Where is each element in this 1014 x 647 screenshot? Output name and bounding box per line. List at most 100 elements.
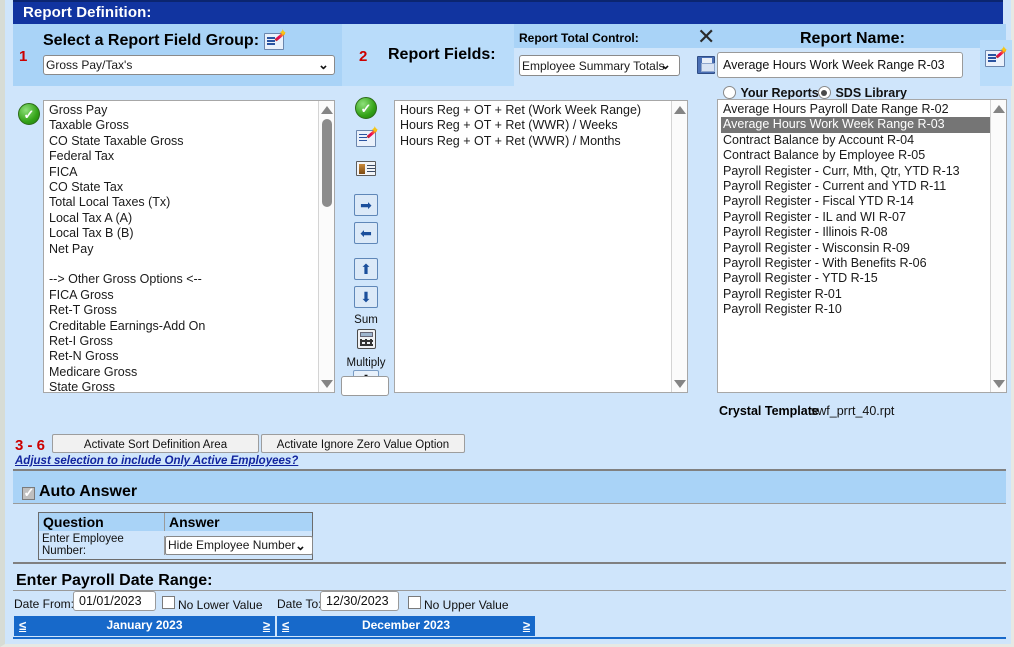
list-item[interactable]: Ret-N Gross xyxy=(47,349,318,364)
available-fields-scrollbar[interactable] xyxy=(318,101,334,392)
list-item[interactable]: Payroll Register - IL and WI R-07 xyxy=(721,210,990,225)
list-item[interactable]: Payroll Register - YTD R-15 xyxy=(721,271,990,286)
accept-field-icon[interactable]: ✓ xyxy=(353,96,379,120)
list-item[interactable]: Payroll Register - Illinois R-08 xyxy=(721,225,990,240)
list-item[interactable]: Local Tax B (B) xyxy=(47,226,318,241)
date-to-input[interactable] xyxy=(320,591,399,611)
list-item[interactable]: Local Tax A (A) xyxy=(47,211,318,226)
move-down-button[interactable]: ⬇ xyxy=(354,286,378,308)
answer-cell: Hide Employee Number ⌄ xyxy=(164,535,313,555)
scroll-up-icon[interactable] xyxy=(319,102,334,117)
list-item[interactable] xyxy=(47,257,318,272)
list-item[interactable]: Average Hours Payroll Date Range R-02 xyxy=(721,102,990,117)
to-month-next-button[interactable]: ≥ xyxy=(523,618,530,633)
save-report-icon[interactable] xyxy=(697,56,715,74)
field-group-edit-icon[interactable]: ✦ xyxy=(264,29,287,50)
crystal-template-label: Crystal Template xyxy=(719,404,819,418)
list-item[interactable]: FICA xyxy=(47,165,318,180)
list-item[interactable]: Hours Reg + OT + Ret (Work Week Range) xyxy=(398,103,671,118)
list-item[interactable]: Payroll Register - With Benefits R-06 xyxy=(721,256,990,271)
employee-number-select[interactable]: Hide Employee Number xyxy=(165,535,313,555)
auto-answer-checkbox[interactable] xyxy=(22,485,35,503)
no-upper-value-box xyxy=(408,596,421,610)
scroll-down-icon-3[interactable] xyxy=(991,376,1006,391)
no-upper-value-checkbox[interactable] xyxy=(408,594,421,612)
your-reports-label: Your Reports xyxy=(740,85,819,100)
report-list-items: Average Hours Payroll Date Range R-02 Ave… xyxy=(718,100,990,392)
list-item[interactable]: Ret-T Gross xyxy=(47,303,318,318)
report-list-scrollbar[interactable] xyxy=(990,100,1006,392)
auto-answer-band-top xyxy=(13,471,1006,481)
list-item[interactable]: Payroll Register - Fiscal YTD R-14 xyxy=(721,194,990,209)
selected-fields-scrollbar[interactable] xyxy=(671,101,687,392)
scroll-thumb[interactable] xyxy=(322,119,332,207)
activate-ignore-zero-button[interactable]: Activate Ignore Zero Value Option xyxy=(261,434,465,453)
list-item[interactable]: Payroll Register - Current and YTD R-11 xyxy=(721,179,990,194)
list-item[interactable]: Gross Pay xyxy=(47,103,318,118)
report-name-edit-icon[interactable]: ✦ xyxy=(985,46,1008,67)
list-item[interactable]: Payroll Register - Curr, Mth, Qtr, YTD R… xyxy=(721,164,990,179)
step-1-number: 1 xyxy=(19,48,28,65)
list-item[interactable]: Contract Balance by Account R-04 xyxy=(721,133,990,148)
sum-calculator-icon[interactable] xyxy=(353,327,379,351)
list-item[interactable]: --> Other Gross Options <-- xyxy=(47,272,318,287)
move-up-button[interactable]: ⬆ xyxy=(354,258,378,280)
report-list-listbox[interactable]: Average Hours Payroll Date Range R-02 Ave… xyxy=(717,99,1007,393)
scroll-down-icon-2[interactable] xyxy=(672,376,687,391)
activate-sort-definition-button[interactable]: Activate Sort Definition Area xyxy=(52,434,259,453)
multiply-value-input[interactable] xyxy=(341,376,389,396)
available-fields-check-icon[interactable]: ✓ xyxy=(18,103,40,125)
report-total-control-select[interactable]: Employee Summary Totals xyxy=(519,55,680,76)
list-item[interactable]: Hours Reg + OT + Ret (WWR) / Months xyxy=(398,134,671,149)
list-item[interactable]: Creditable Earnings-Add On xyxy=(47,319,318,334)
list-item[interactable]: Net Pay xyxy=(47,242,318,257)
auto-answer-checkbox-box xyxy=(22,485,35,501)
list-item[interactable]: Hours Reg + OT + Ret (WWR) / Weeks xyxy=(398,118,671,133)
date-from-input[interactable] xyxy=(73,591,156,611)
your-reports-radio-circle xyxy=(723,86,736,100)
from-month-navigator[interactable]: ≤ January 2023 ≥ xyxy=(14,616,275,636)
to-month-navigator[interactable]: ≤ December 2023 ≥ xyxy=(277,616,535,636)
list-item[interactable]: Contract Balance by Employee R-05 xyxy=(721,148,990,163)
list-item[interactable]: Payroll Register R-01 xyxy=(721,287,990,302)
from-month-label: January 2023 xyxy=(106,618,183,632)
field-properties-icon[interactable] xyxy=(353,156,379,180)
active-employees-link[interactable]: Adjust selection to include Only Active … xyxy=(15,455,298,467)
list-item[interactable]: State Gross xyxy=(47,380,318,392)
close-icon[interactable]: ✕ xyxy=(697,26,715,48)
list-item[interactable]: Ret-I Gross xyxy=(47,334,318,349)
edit-field-icon[interactable]: ✦ xyxy=(353,125,379,150)
list-item[interactable]: FICA Gross xyxy=(47,288,318,303)
date-to-label: Date To: xyxy=(277,597,322,611)
report-name-label: Report Name: xyxy=(800,30,905,47)
scroll-up-icon-2[interactable] xyxy=(672,102,687,117)
list-item[interactable]: CO State Tax xyxy=(47,180,318,195)
sum-label: Sum xyxy=(354,314,378,326)
list-item[interactable]: Taxable Gross xyxy=(47,118,318,133)
field-actions-toolbar: ✓ ✦ ➡ ⬅ ⬆ ⬇ Sum Multiply ✱ xyxy=(346,96,386,396)
column-header-question: Question xyxy=(43,514,104,530)
list-item[interactable]: Total Local Taxes (Tx) xyxy=(47,195,318,210)
from-month-next-button[interactable]: ≥ xyxy=(263,618,270,633)
move-left-button[interactable]: ⬅ xyxy=(354,222,378,244)
no-lower-value-box xyxy=(162,596,175,610)
list-item[interactable]: Payroll Register - Wisconsin R-09 xyxy=(721,241,990,256)
no-upper-value-label: No Upper Value xyxy=(424,598,509,612)
field-group-select[interactable]: Gross Pay/Tax's xyxy=(43,55,335,75)
question-cell: Enter Employee Number: xyxy=(42,533,124,557)
no-lower-value-checkbox[interactable] xyxy=(162,594,175,612)
list-item[interactable]: Average Hours Work Week Range R-03 xyxy=(721,117,990,133)
crystal-template-value: swf_prrt_40.rpt xyxy=(811,404,895,418)
move-right-button[interactable]: ➡ xyxy=(354,194,378,216)
selected-fields-listbox[interactable]: Hours Reg + OT + Ret (Work Week Range) Ho… xyxy=(394,100,688,393)
list-item[interactable]: Medicare Gross xyxy=(47,365,318,380)
arrow-right-icon: ➡ xyxy=(360,197,372,213)
scroll-up-icon-3[interactable] xyxy=(991,101,1006,116)
list-item[interactable]: Payroll Register R-10 xyxy=(721,302,990,317)
report-name-input[interactable] xyxy=(717,52,963,78)
list-item[interactable]: Federal Tax xyxy=(47,149,318,164)
field-group-label: Select a Report Field Group: xyxy=(43,32,260,49)
list-item[interactable]: CO State Taxable Gross xyxy=(47,134,318,149)
scroll-down-icon[interactable] xyxy=(319,376,334,391)
available-fields-listbox[interactable]: Gross Pay Taxable Gross CO State Taxable G… xyxy=(43,100,335,393)
